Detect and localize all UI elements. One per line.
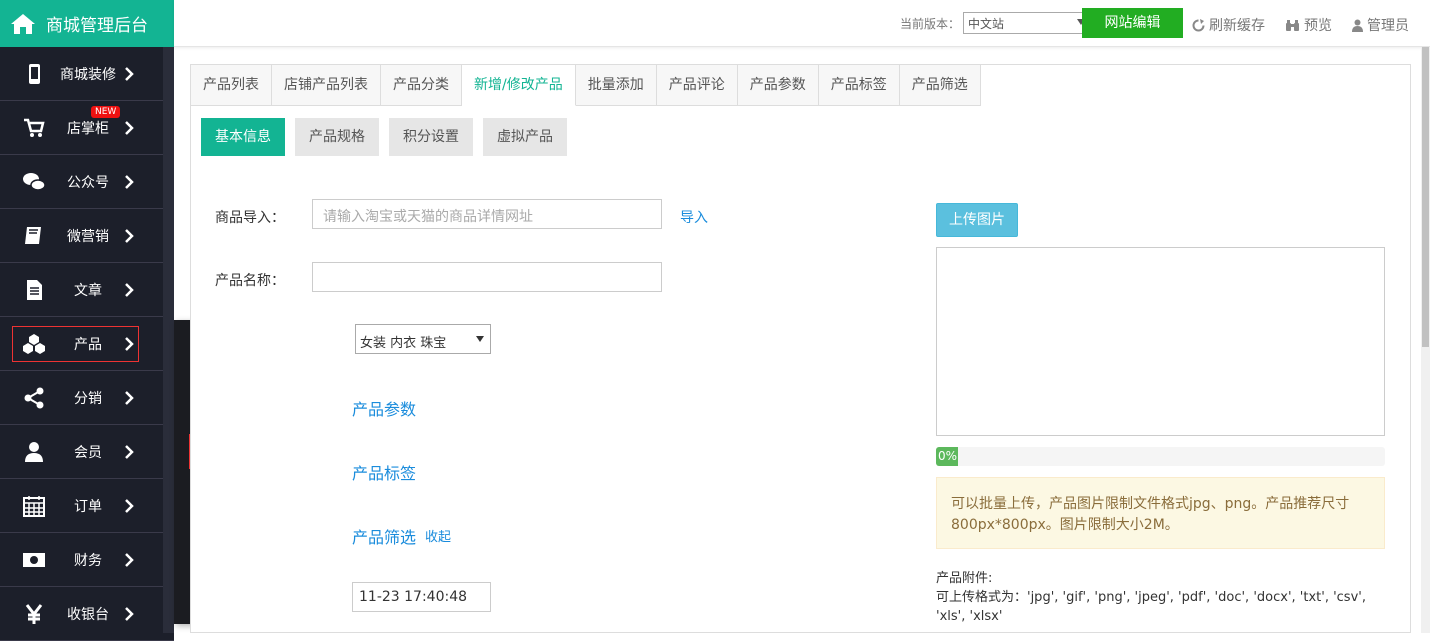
product-tags-link[interactable]: 产品标签	[352, 460, 416, 484]
tab[interactable]: 产品列表	[191, 65, 272, 106]
sidebar-item[interactable]: 店掌柜 NEW	[0, 101, 174, 155]
sidebar-item-label: 公众号	[67, 174, 109, 191]
sidebar-item[interactable]: 文章	[0, 263, 174, 317]
sidebar-item-label: 订单	[74, 498, 102, 515]
upload-image-button[interactable]: 上传图片	[936, 203, 1018, 237]
chevron-right-icon	[125, 445, 134, 459]
subtab[interactable]: 产品规格	[295, 118, 379, 156]
subtab[interactable]: 基本信息	[201, 118, 285, 156]
book-icon	[22, 224, 46, 248]
tab[interactable]: 产品分类	[381, 65, 462, 106]
chevron-right-icon	[125, 229, 134, 243]
share-icon	[22, 386, 46, 410]
version-label: 当前版本：	[900, 17, 961, 31]
home-icon	[11, 13, 35, 34]
chevron-right-icon	[125, 391, 134, 405]
user-icon	[1352, 19, 1363, 32]
tab[interactable]: 店铺产品列表	[272, 65, 381, 106]
mobile-icon	[22, 62, 46, 86]
subtab-bar: 基本信息 产品规格 积分设置 虚拟产品	[201, 118, 577, 156]
image-preview-area	[936, 247, 1385, 436]
sidebar-item[interactable]: 财务	[0, 533, 174, 587]
import-link[interactable]: 导入	[680, 207, 708, 227]
import-url-input[interactable]: 请输入淘宝或天猫的商品详情网址	[312, 199, 662, 229]
sidebar-item-label: 分销	[74, 390, 102, 407]
sidebar-item[interactable]: 会员	[0, 425, 174, 479]
upload-notice: 可以批量上传，产品图片限制文件格式jpg、png。产品推荐尺寸800px*800…	[936, 477, 1385, 549]
version-select[interactable]: 中文站	[963, 12, 1091, 34]
cart-icon	[22, 116, 46, 140]
product-params-link[interactable]: 产品参数	[352, 396, 416, 420]
sidebar-item[interactable]: 分销	[0, 371, 174, 425]
sidebar-item[interactable]: 产品	[0, 317, 174, 371]
calendar-icon	[22, 494, 46, 518]
binoculars-icon	[1286, 19, 1299, 31]
sidebar-item-label: 财务	[74, 552, 102, 569]
topbar: 当前版本： 中文站 网站编辑 刷新缓存 预览 管理员	[174, 0, 1430, 47]
app-title: 商城管理后台	[46, 16, 148, 36]
chevron-right-icon	[125, 553, 134, 567]
chevron-right-icon	[125, 121, 134, 135]
tab[interactable]: 产品参数	[737, 65, 819, 106]
sidebar-item-label: 店掌柜	[67, 120, 109, 137]
user-icon	[22, 440, 46, 464]
active-highlight	[12, 326, 139, 362]
yen-icon	[22, 602, 46, 626]
product-name-label: 产品名称：	[215, 273, 285, 289]
chevron-right-icon	[125, 175, 134, 189]
sidebar-item[interactable]: 订单	[0, 479, 174, 533]
admin-link[interactable]: 管理员	[1352, 15, 1409, 35]
tab[interactable]: 产品标签	[818, 65, 900, 106]
sidebar-item-label: 收银台	[67, 606, 109, 623]
new-badge: NEW	[91, 106, 121, 118]
chevron-right-icon	[125, 283, 134, 297]
sidebar-item-label: 文章	[74, 282, 102, 299]
chevron-down-icon	[476, 336, 484, 346]
sidebar-item[interactable]: 公众号	[0, 155, 174, 209]
site-edit-button[interactable]: 网站编辑	[1082, 8, 1183, 38]
upload-progress-bar: 0%	[936, 447, 1385, 466]
tab[interactable]: 产品筛选	[899, 65, 981, 106]
attachment-info: 产品附件: 可上传格式为：'jpg', 'gif', 'png', 'jpeg'…	[936, 569, 1396, 626]
tab-bar: 产品列表 店铺产品列表 产品分类 新增/修改产品 批量添加 产品评论 产品参数 产品标签 产品筛…	[191, 65, 981, 106]
chevron-right-icon	[125, 499, 134, 513]
money-icon	[22, 548, 46, 572]
brand-header[interactable]: 商城管理后台	[0, 0, 174, 47]
progress-fill: 0%	[936, 447, 958, 466]
refresh-cache-link[interactable]: 刷新缓存	[1192, 15, 1265, 35]
collapse-link[interactable]: 收起	[425, 526, 451, 545]
product-name-input[interactable]	[312, 262, 662, 292]
chevron-right-icon	[125, 67, 134, 81]
sidebar-scrollbar[interactable]	[163, 47, 174, 633]
category-select[interactable]: 女装 内衣 珠宝	[355, 324, 491, 354]
chevron-right-icon	[125, 607, 134, 621]
sidebar-item[interactable]: 商城装修	[0, 47, 174, 101]
sidebar-item[interactable]: 微营销	[0, 209, 174, 263]
attachment-formats: 可上传格式为：'jpg', 'gif', 'png', 'jpeg', 'pdf…	[936, 590, 1366, 624]
attachment-title: 产品附件:	[936, 571, 993, 586]
product-filter-link[interactable]: 产品筛选	[352, 524, 416, 548]
sidebar-item-label: 微营销	[67, 228, 109, 245]
sidebar-item-label: 会员	[74, 444, 102, 461]
wechat-icon	[22, 170, 46, 194]
sidebar: 商城装修店掌柜 NEW 公众号微营销文章产品分销会员订单财务收银台	[0, 47, 174, 641]
tab[interactable]: 新增/修改产品	[462, 65, 576, 106]
preview-link[interactable]: 预览	[1285, 15, 1332, 35]
page-scrollbar[interactable]	[1421, 47, 1430, 633]
subtab[interactable]: 积分设置	[389, 118, 473, 156]
import-label: 商品导入：	[215, 210, 285, 226]
subtab[interactable]: 虚拟产品	[483, 118, 567, 156]
tab[interactable]: 产品评论	[656, 65, 738, 106]
tab[interactable]: 批量添加	[575, 65, 657, 106]
sidebar-item-label: 商城装修	[60, 66, 116, 83]
refresh-icon	[1192, 18, 1205, 31]
scrollbar-thumb[interactable]	[1422, 47, 1429, 347]
document-icon	[22, 278, 46, 302]
date-input[interactable]: 11-23 17:40:48	[352, 582, 491, 612]
